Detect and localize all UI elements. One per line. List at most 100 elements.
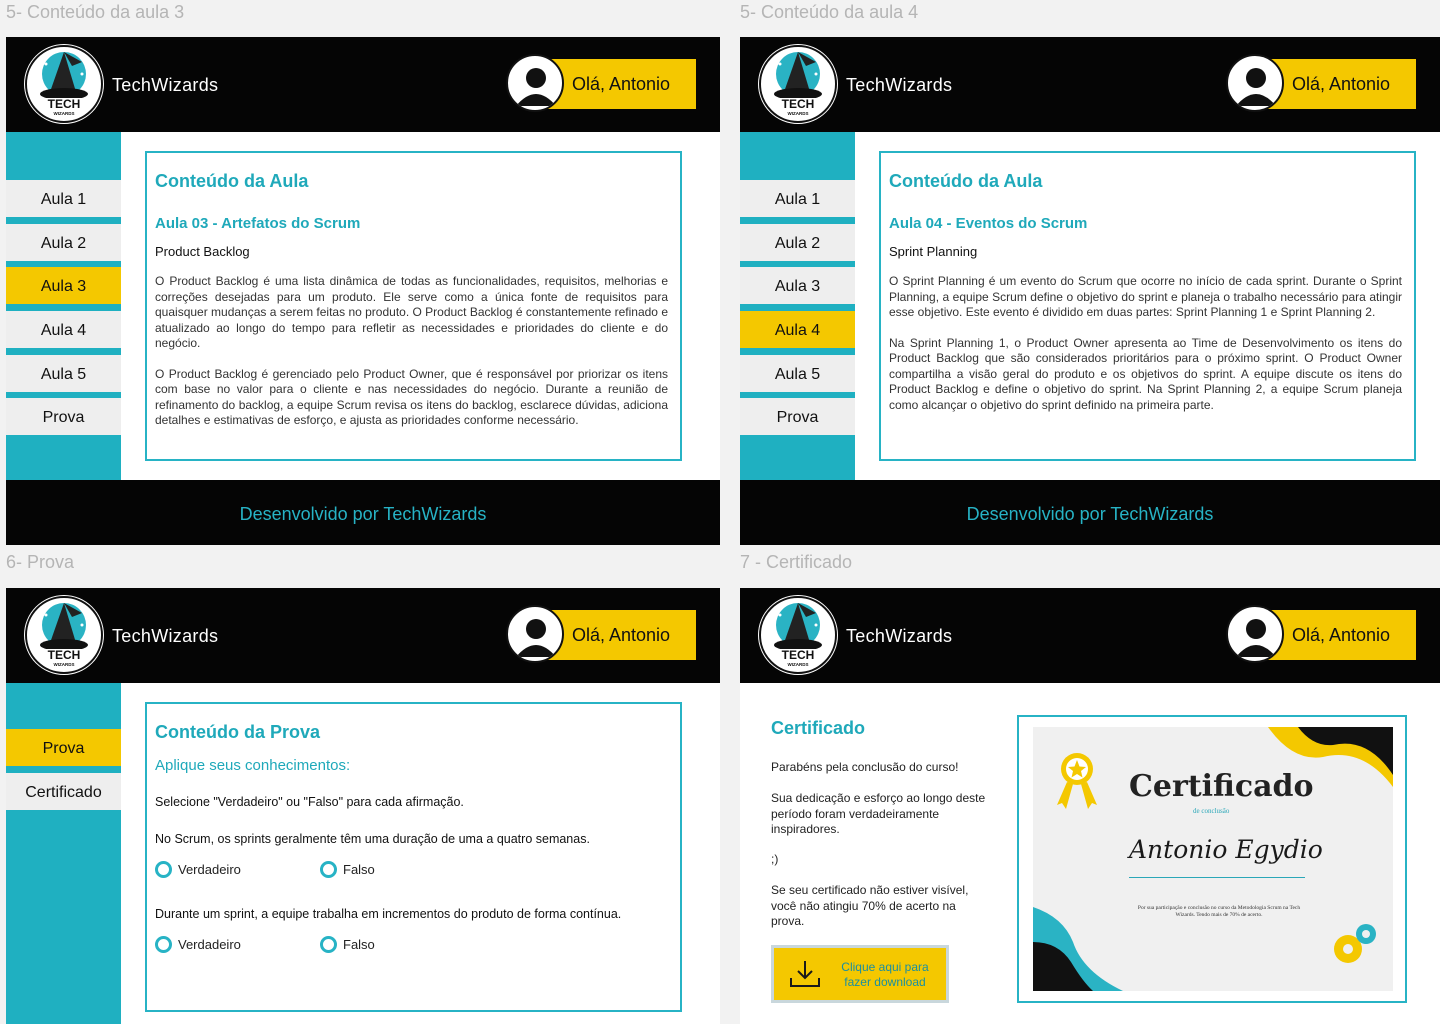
signature-line [1129, 877, 1305, 878]
user-greeting: Olá, Antonio [1291, 625, 1391, 645]
question-2: Durante um sprint, a equipe trabalha em … [155, 907, 622, 921]
wizard-hat-logo[interactable]: TECH WIZARDS [24, 595, 104, 675]
footer: Desenvolvido por TechWizards [740, 480, 1440, 545]
brand-name: TechWizards [112, 75, 219, 95]
lesson-4-screen: TECH WIZARDS TechWizards Olá, Antonio Au… [740, 37, 1440, 545]
certificate-heading: Certificado [771, 718, 866, 738]
radio-button[interactable] [320, 936, 337, 954]
sidebar-item-aula-5[interactable]: Aula 5 [6, 355, 121, 395]
logo-small-text: WIZARDS [788, 111, 809, 116]
dedication-text: Sua dedicação e esforço ao longo deste p… [771, 791, 986, 836]
content-panel: Conteúdo da Aula Aula 03 - Artefatos do … [145, 151, 682, 461]
paragraph: O Sprint Planning é um evento do Scrum q… [889, 274, 1402, 319]
user-greeting: Olá, Antonio [571, 74, 671, 94]
q1-option-verdadeiro[interactable]: Verdadeiro [155, 861, 241, 879]
footer-text: Desenvolvido por TechWizards [966, 504, 1214, 524]
sidebar-item-aula-3[interactable]: Aula 3 [740, 267, 855, 307]
option-label: Verdadeiro [178, 937, 241, 953]
q2-option-falso[interactable]: Falso [320, 936, 375, 954]
download-icon [790, 961, 820, 987]
brand-name: TechWizards [846, 626, 953, 646]
sidebar-item-aula-2[interactable]: Aula 2 [740, 224, 855, 264]
sidebar: Aula 1 Aula 2 Aula 3 Aula 4 Aula 5 Prova [6, 132, 121, 480]
certificate-description: Por sua participação e conclusão no curs… [1137, 905, 1301, 918]
content-title: Conteúdo da Aula [889, 171, 1043, 191]
sidebar: Aula 1 Aula 2 Aula 3 Aula 4 Aula 5 Prova [740, 132, 855, 480]
logo-text: TECH [48, 648, 81, 662]
lesson-body: O Sprint Planning é um evento do Scrum q… [889, 274, 1402, 428]
section-title: Sprint Planning [889, 244, 978, 259]
quiz-subtitle: Aplique seus conhecimentos: [155, 757, 351, 774]
user-avatar-icon[interactable] [506, 54, 564, 112]
lesson-title: Aula 03 - Artefatos do Scrum [155, 215, 361, 232]
header: TECH WIZARDS TechWizards Olá, Antonio [6, 588, 720, 683]
option-label: Verdadeiro [178, 862, 241, 878]
sidebar-item-prova[interactable]: Prova [6, 729, 121, 769]
q2-option-verdadeiro[interactable]: Verdadeiro [155, 936, 241, 954]
sidebar-item-aula-1[interactable]: Aula 1 [740, 180, 855, 220]
user-greeting: Olá, Antonio [571, 625, 671, 645]
logo-text: TECH [782, 97, 815, 111]
sidebar-item-aula-5[interactable]: Aula 5 [740, 355, 855, 395]
content-title: Conteúdo da Prova [155, 722, 321, 742]
radio-button[interactable] [155, 861, 172, 879]
brand-name: TechWizards [846, 75, 953, 95]
user-avatar-icon[interactable] [1226, 54, 1284, 112]
frame-label: 6- Prova [6, 552, 75, 572]
logo-small-text: WIZARDS [54, 662, 75, 667]
header: TECH WIZARDS TechWizards Olá, Antonio [740, 588, 1440, 683]
option-label: Falso [343, 862, 375, 878]
wizard-hat-logo[interactable]: TECH WIZARDS [24, 44, 104, 124]
wizard-hat-logo[interactable]: TECH WIZARDS [758, 595, 838, 675]
sidebar-item-aula-4[interactable]: Aula 4 [6, 311, 121, 351]
user-greeting: Olá, Antonio [1291, 74, 1391, 94]
frame-label: 5- Conteúdo da aula 3 [6, 2, 185, 22]
radio-button[interactable] [155, 936, 172, 954]
sidebar-item-aula-3[interactable]: Aula 3 [6, 267, 121, 307]
footer-text: Desenvolvido por TechWizards [239, 504, 487, 524]
download-button[interactable]: Clique aqui para fazer download [771, 945, 949, 1003]
user-avatar-icon[interactable] [1226, 605, 1284, 663]
congrats-text: Parabéns pela conclusão do curso! [771, 760, 959, 774]
content-title: Conteúdo da Aula [155, 171, 309, 191]
footer: Desenvolvido por TechWizards [6, 480, 720, 545]
certificate-subtitle: de conclusão [1193, 807, 1230, 815]
user-menu[interactable]: Olá, Antonio [506, 54, 696, 112]
wizard-hat-logo[interactable]: TECH WIZARDS [758, 44, 838, 124]
brand-name: TechWizards [112, 626, 219, 646]
user-avatar-icon[interactable] [506, 605, 564, 663]
user-menu[interactable]: Olá, Antonio [1226, 605, 1416, 663]
paragraph: O Product Backlog é gerenciado pelo Prod… [155, 366, 668, 428]
sidebar-item-aula-1[interactable]: Aula 1 [6, 180, 121, 220]
wink-text: ;) [771, 852, 779, 866]
lesson-body: O Product Backlog é uma lista dinâmica d… [155, 274, 668, 444]
quiz-screen: TECH WIZARDS TechWizards Olá, Antonio Pr… [6, 588, 720, 1024]
certificate-screen: TECH WIZARDS TechWizards Olá, Antonio Ce… [740, 588, 1440, 1024]
frame-label: 5- Conteúdo da aula 4 [740, 2, 919, 22]
sidebar-item-prova[interactable]: Prova [6, 398, 121, 438]
paragraph: Na Sprint Planning 1, o Product Owner ap… [889, 335, 1402, 412]
question-1: No Scrum, os sprints geralmente têm uma … [155, 832, 590, 846]
download-label: Clique aqui para fazer download [841, 960, 929, 989]
header: TECH WIZARDS TechWizards Olá, Antonio [6, 37, 720, 132]
logo-text: TECH [48, 97, 81, 111]
lesson-title: Aula 04 - Eventos do Scrum [889, 215, 1088, 232]
header: TECH WIZARDS TechWizards Olá, Antonio [740, 37, 1440, 132]
user-menu[interactable]: Olá, Antonio [506, 605, 696, 663]
frame-label: 7 - Certificado [740, 552, 853, 572]
radio-button[interactable] [320, 861, 337, 879]
logo-small-text: WIZARDS [54, 111, 75, 116]
certificate-recipient-name: Antonio Egydio [1129, 835, 1323, 864]
content-panel: Conteúdo da Aula Aula 04 - Eventos do Sc… [879, 151, 1416, 461]
sidebar-item-aula-2[interactable]: Aula 2 [6, 224, 121, 264]
sidebar-item-prova[interactable]: Prova [740, 398, 855, 438]
q1-option-falso[interactable]: Falso [320, 861, 375, 879]
sidebar: Prova Certificado [6, 683, 121, 1024]
sidebar-item-aula-4[interactable]: Aula 4 [740, 311, 855, 351]
quiz-instruction: Selecione "Verdadeiro" ou "Falso" para c… [155, 795, 464, 809]
user-menu[interactable]: Olá, Antonio [1226, 54, 1416, 112]
certificate-document: Certificado de conclusão Antonio Egydio … [1033, 727, 1393, 991]
quiz-panel: Conteúdo da Prova Aplique seus conhecime… [145, 702, 682, 1012]
sidebar-item-certificado[interactable]: Certificado [6, 773, 121, 813]
logo-text: TECH [782, 648, 815, 662]
